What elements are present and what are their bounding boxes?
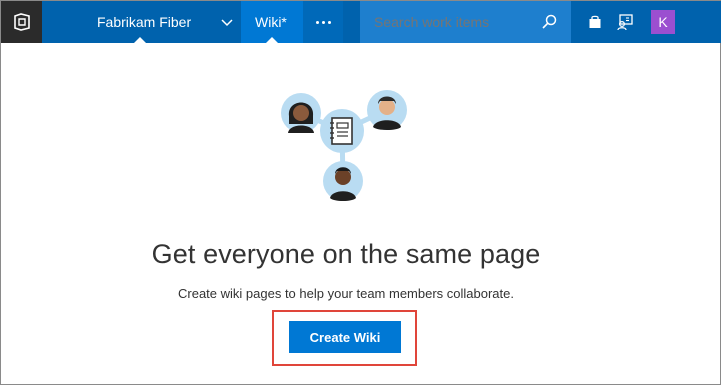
active-tab-caret [266,37,278,43]
person-man-icon [367,90,407,130]
top-navigation-bar: Fabrikam Fiber Wiki* Search work items K [1,1,721,43]
search-box[interactable] [360,1,571,43]
project-caret [134,37,146,43]
feedback-icon[interactable] [609,1,641,43]
user-avatar[interactable]: K [651,10,675,34]
page-subtext: Create wiki pages to help your team memb… [178,286,514,301]
person-woman-icon [281,93,321,133]
page-headline: Get everyone on the same page [151,239,541,269]
vsts-logo-icon[interactable] [1,1,42,43]
chevron-down-icon[interactable] [219,14,235,30]
app-window: Fabrikam Fiber Wiki* Search work items K… [0,0,721,385]
notebook-icon [320,109,364,153]
marketplace-bag-icon[interactable] [579,1,611,43]
search-icon[interactable] [541,14,557,30]
search-input[interactable] [374,1,534,43]
person-man-2-icon [323,161,363,201]
wiki-collaboration-illustration [281,90,407,201]
create-wiki-button[interactable]: Create Wiki [289,321,401,353]
more-icon[interactable] [303,1,343,43]
